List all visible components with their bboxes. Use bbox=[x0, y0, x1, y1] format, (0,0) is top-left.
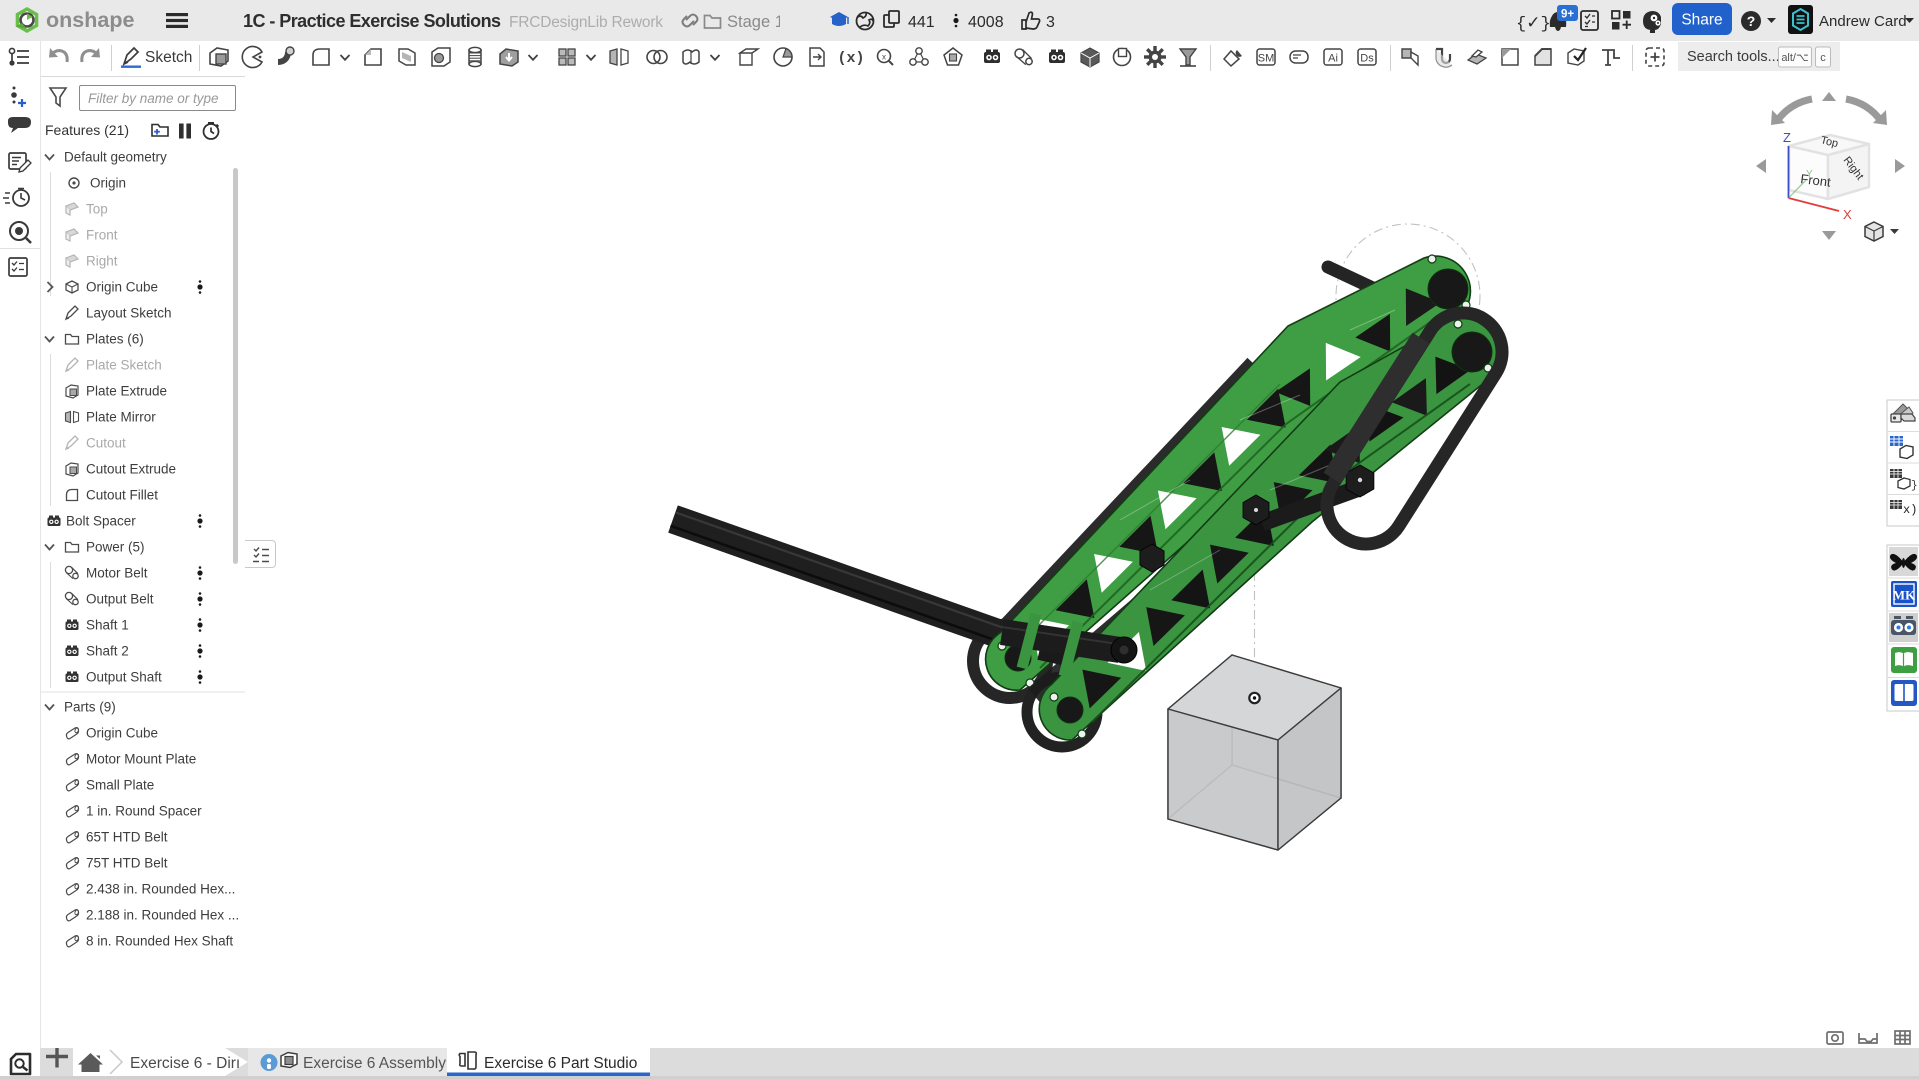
svg-text:Parts (9): Parts (9) bbox=[64, 700, 116, 715]
svg-text:Shaft 1: Shaft 1 bbox=[86, 618, 129, 633]
svg-text:65T HTD Belt: 65T HTD Belt bbox=[86, 830, 168, 845]
svg-text:Origin Cube: Origin Cube bbox=[86, 726, 158, 741]
svg-text:Shaft 2: Shaft 2 bbox=[86, 644, 129, 659]
svg-text:Y: Y bbox=[1806, 169, 1813, 180]
svg-text:Right: Right bbox=[86, 254, 118, 269]
svg-text:Cutout: Cutout bbox=[86, 436, 126, 451]
svg-text:Small Plate: Small Plate bbox=[86, 778, 154, 793]
svg-text:Exercise 6 Part Studio: Exercise 6 Part Studio bbox=[484, 1055, 637, 1072]
svg-text:2.188 in. Rounded Hex ...: 2.188 in. Rounded Hex ... bbox=[86, 908, 239, 923]
svg-text:x): x) bbox=[1903, 503, 1917, 517]
svg-text:Layout Sketch: Layout Sketch bbox=[86, 306, 172, 321]
svg-text:9+: 9+ bbox=[1561, 9, 1574, 21]
svg-text:Motor Mount Plate: Motor Mount Plate bbox=[86, 752, 196, 767]
svg-text:Output Shaft: Output Shaft bbox=[86, 670, 162, 685]
svg-text:X: X bbox=[1843, 207, 1852, 222]
svg-text:Exercise 6 Assembly: Exercise 6 Assembly bbox=[303, 1055, 446, 1072]
svg-text:Cutout Extrude: Cutout Extrude bbox=[86, 462, 176, 477]
svg-text:?: ? bbox=[1747, 13, 1756, 29]
svg-text:2.438 in. Rounded Hex...: 2.438 in. Rounded Hex... bbox=[86, 882, 235, 897]
svg-text:Default geometry: Default geometry bbox=[64, 150, 167, 165]
svg-text:Origin: Origin bbox=[90, 176, 126, 191]
svg-text:Front: Front bbox=[86, 228, 118, 243]
svg-text:3: 3 bbox=[1046, 14, 1055, 31]
svg-text:Output Belt: Output Belt bbox=[86, 592, 154, 607]
svg-text:4008: 4008 bbox=[968, 14, 1004, 31]
svg-text:1 in. Round Spacer: 1 in. Round Spacer bbox=[86, 804, 202, 819]
svg-text:Andrew Card: Andrew Card bbox=[1819, 13, 1907, 30]
svg-text:}: } bbox=[1911, 480, 1918, 492]
svg-text:Cutout Fillet: Cutout Fillet bbox=[86, 488, 158, 503]
svg-text:Power (5): Power (5) bbox=[86, 540, 145, 555]
svg-text:Motor Belt: Motor Belt bbox=[86, 566, 148, 581]
svg-text:Sketch: Sketch bbox=[145, 49, 192, 66]
svg-text:8 in. Rounded Hex Shaft: 8 in. Rounded Hex Shaft bbox=[86, 934, 233, 949]
svg-text:Plate Sketch: Plate Sketch bbox=[86, 358, 162, 373]
svg-text:75T HTD Belt: 75T HTD Belt bbox=[86, 856, 168, 871]
svg-text:Z: Z bbox=[1783, 130, 1791, 145]
svg-text:Bolt Spacer: Bolt Spacer bbox=[66, 514, 136, 529]
svg-text:Share: Share bbox=[1681, 12, 1722, 29]
svg-text:Exercise 6 - Dirı: Exercise 6 - Dirı bbox=[130, 1055, 240, 1072]
svg-text:Plate Extrude: Plate Extrude bbox=[86, 384, 167, 399]
svg-text:Origin Cube: Origin Cube bbox=[86, 280, 158, 295]
svg-text:441: 441 bbox=[908, 14, 935, 31]
svg-text:Top: Top bbox=[86, 202, 108, 217]
svg-text:MK: MK bbox=[1893, 588, 1916, 603]
svg-text:Plates (6): Plates (6) bbox=[86, 332, 144, 347]
svg-text:Plate Mirror: Plate Mirror bbox=[86, 410, 156, 425]
svg-text:{✓}: {✓} bbox=[1516, 15, 1551, 34]
svg-text:Stage 1: Stage 1 bbox=[727, 13, 780, 31]
